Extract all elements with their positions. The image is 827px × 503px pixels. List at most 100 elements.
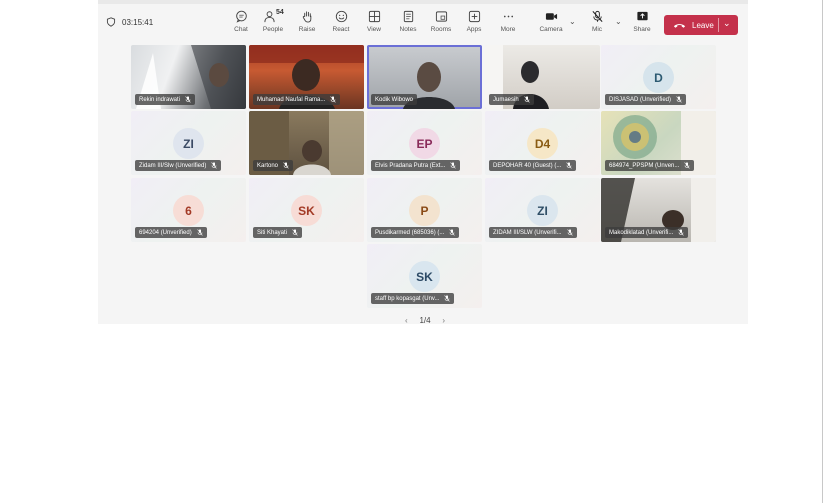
more-label: More	[500, 26, 516, 33]
mic-muted-icon	[566, 229, 573, 236]
page-indicator: 1/4	[419, 315, 431, 325]
mic-button[interactable]: Mic	[580, 10, 614, 40]
participant-name-text: Muhamad Naufal Rama...	[257, 96, 326, 103]
shield-icon	[106, 17, 116, 27]
participant-name: DEPOHAR 40 (Guest) (...	[489, 160, 577, 171]
participant-name-text: Siti Khayati	[257, 229, 288, 236]
participant-name-text: 684974_PPSPM (Unven...	[609, 162, 680, 169]
participant-name: Siti Khayati	[253, 227, 303, 238]
react-label: React	[332, 26, 350, 33]
participant-tile[interactable]: 6 694204 (Unverified)	[131, 178, 246, 242]
mic-label: Mic	[591, 26, 603, 33]
participant-name: DISJASAD (Unverified)	[605, 94, 687, 105]
participant-name: Muhamad Naufal Rama...	[253, 94, 341, 105]
previous-page-chevron-icon[interactable]: ‹	[405, 316, 408, 325]
avatar: 6	[173, 195, 204, 226]
leave-options-chevron-icon[interactable]: ⌄	[723, 18, 731, 29]
participant-tile[interactable]: SK staff bp kopasgat (Unv...	[367, 244, 482, 308]
mic-muted-icon	[566, 162, 572, 169]
notes-button[interactable]: Notes	[391, 10, 425, 40]
participant-name-text: Zidam III/Slw (Unverified)	[139, 162, 207, 169]
people-count: 54	[276, 9, 284, 16]
avatar: EP	[409, 128, 440, 159]
participant-tile[interactable]: Makodiklatad (Unverifi...	[601, 178, 716, 242]
participant-tile[interactable]: D4 DEPOHAR 40 (Guest) (...	[485, 111, 600, 175]
apps-button[interactable]: Apps	[457, 10, 491, 40]
leave-label: Leave	[692, 20, 714, 30]
participant-tile[interactable]: Kartono	[249, 111, 364, 175]
camera-button[interactable]: Camera	[534, 10, 568, 40]
meeting-window: 03:15:41 Chat 54 People Raise React View…	[98, 0, 748, 324]
participant-tile[interactable]: SK Siti Khayati	[249, 178, 364, 242]
raise-hand-button[interactable]: Raise	[290, 10, 324, 40]
people-icon	[263, 11, 275, 23]
apps-label: Apps	[466, 26, 482, 33]
view-label: View	[367, 26, 381, 33]
raise-label: Raise	[298, 26, 316, 33]
participant-name: Zidam III/Slw (Unverified)	[135, 160, 222, 171]
participant-tile[interactable]: D DISJASAD (Unverified)	[601, 45, 716, 109]
mic-options-chevron-icon[interactable]: ⌄	[615, 17, 623, 27]
react-button[interactable]: React	[324, 10, 358, 40]
participant-tile[interactable]: P Pusdikarmed (685036) (...	[367, 178, 482, 242]
participant-name-text: Kodik Wibowo	[375, 96, 414, 103]
participant-tile[interactable]: 684974_PPSPM (Unven...	[601, 111, 716, 175]
participant-name-text: staff bp kopasgat (Unv...	[375, 295, 440, 302]
participant-tile[interactable]: Muhamad Naufal Rama...	[249, 45, 364, 109]
mic-muted-icon	[283, 162, 289, 169]
more-button[interactable]: More	[491, 10, 525, 40]
people-button[interactable]: 54 People	[256, 9, 290, 40]
participant-name: staff bp kopasgat (Unv...	[371, 293, 455, 304]
gallery-pager: ‹ 1/4 ›	[405, 314, 445, 326]
smiley-icon	[335, 10, 347, 23]
avatar: P	[409, 195, 440, 226]
participant-tile[interactable]: Rekin indrawati	[131, 45, 246, 109]
participant-name: Jumaesih	[489, 94, 534, 105]
participant-name-text: ZIDAM III/SLW (Unverifi...	[493, 229, 562, 236]
camera-options-chevron-icon[interactable]: ⌄	[569, 17, 577, 27]
participant-tile[interactable]: EP Elvis Pradana Putra (Ext...	[367, 111, 482, 175]
phone-hangup-icon	[673, 24, 686, 28]
more-dots-icon	[503, 15, 513, 18]
chat-icon	[235, 10, 247, 23]
participant-name: ZIDAM III/SLW (Unverifi...	[489, 227, 577, 238]
meeting-toolbar: 03:15:41 Chat 54 People Raise React View…	[98, 4, 748, 42]
participant-name-text: DEPOHAR 40 (Guest) (...	[493, 162, 562, 169]
participant-name-text: Pusdikarmed (685036) (...	[375, 229, 445, 236]
share-button[interactable]: Share	[625, 10, 659, 40]
breakout-rooms-icon	[435, 11, 447, 22]
participant-name: Pusdikarmed (685036) (...	[371, 227, 460, 238]
participant-tile[interactable]: ZI Zidam III/Slw (Unverified)	[131, 111, 246, 175]
participant-tile[interactable]: ZI ZIDAM III/SLW (Unverifi...	[485, 178, 600, 242]
avatar: D	[643, 62, 674, 93]
mic-muted-icon	[676, 96, 682, 103]
rooms-button[interactable]: Rooms	[424, 10, 458, 40]
grid-view-icon	[368, 10, 380, 23]
view-button[interactable]: View	[357, 10, 391, 40]
mic-muted-icon	[678, 229, 684, 236]
camera-icon	[545, 13, 557, 20]
mic-muted-icon	[185, 96, 191, 103]
leave-button[interactable]: Leave ⌄	[664, 15, 738, 35]
avatar: SK	[409, 261, 440, 292]
people-label: People	[262, 26, 284, 33]
add-app-icon	[468, 10, 480, 23]
participant-name-text: Kartono	[257, 162, 279, 169]
participant-tile[interactable]: Jumaesih	[485, 45, 600, 109]
mic-muted-icon	[444, 295, 451, 302]
avatar: ZI	[527, 195, 558, 226]
share-screen-icon	[636, 11, 648, 21]
chat-button[interactable]: Chat	[224, 10, 258, 40]
avatar: ZI	[173, 128, 204, 159]
participant-name-text: Makodiklatad (Unverifi...	[609, 229, 674, 236]
participant-name: 694204 (Unverified)	[135, 227, 207, 238]
page-border	[822, 0, 823, 503]
rooms-label: Rooms	[430, 26, 452, 33]
mic-muted-icon	[330, 96, 337, 103]
leave-divider	[718, 18, 719, 32]
next-page-chevron-icon[interactable]: ›	[442, 316, 445, 325]
meeting-timer: 03:15:41	[106, 17, 153, 27]
participant-name-text: Jumaesih	[493, 96, 519, 103]
participant-tile[interactable]: Kodik Wibowo	[367, 45, 482, 109]
participant-name: Kodik Wibowo	[371, 94, 418, 105]
